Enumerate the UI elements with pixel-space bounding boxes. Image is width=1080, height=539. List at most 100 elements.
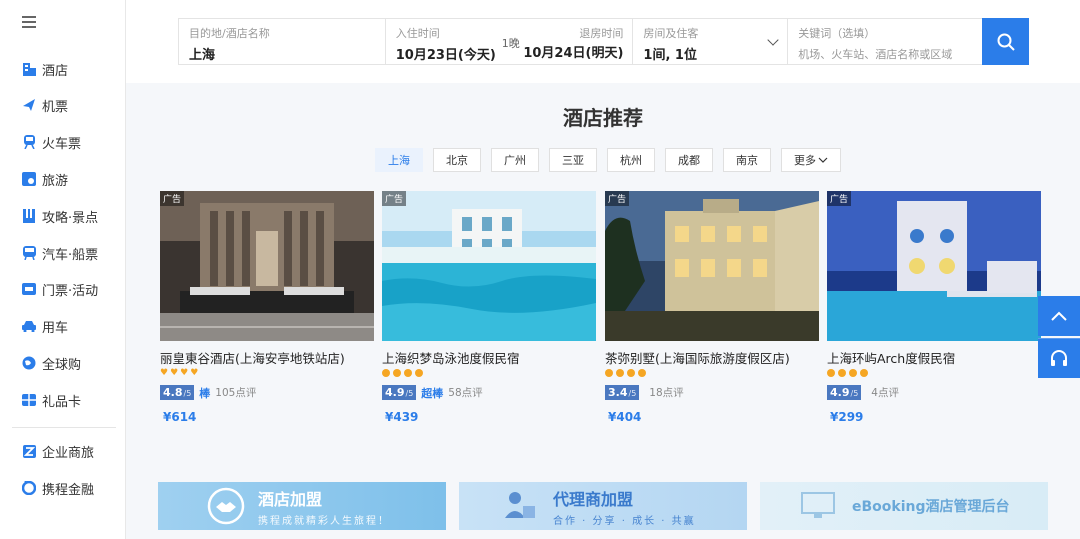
destination-label: 目的地/酒店名称 (189, 27, 270, 40)
hotel-price: ¥404 (608, 410, 642, 424)
chevron-up-icon (1051, 311, 1067, 321)
sidebar-item-label: 携程金融 (42, 482, 95, 498)
sidebar-item-travel[interactable]: 旅游 (22, 167, 68, 191)
guests-field[interactable]: 房间及住客 1间, 1位 (633, 19, 789, 64)
sidebar-item-label: 攻略·景点 (42, 210, 99, 226)
keyword-label: 关键词（选填） (798, 27, 876, 40)
city-tab-sanya[interactable]: 三亚 (549, 148, 597, 172)
destination-field[interactable]: 目的地/酒店名称 上海 (179, 19, 386, 64)
monitor-icon (801, 492, 835, 518)
date-field[interactable]: 入住时间 10月23日(今天) 1晚 退房时间 10月24日(明天) (386, 19, 634, 64)
checkout-value: 10月24日(明天) (523, 46, 624, 61)
rating-level: 超棒 (421, 386, 444, 400)
sidebar-item-guide[interactable]: 攻略·景点 (22, 204, 98, 228)
hotel-stars (605, 369, 819, 381)
star-dot (404, 369, 412, 377)
rating-row: 4.9/5 超棒 58点评 (382, 384, 596, 401)
ad-tag: 广告 (382, 191, 407, 206)
guide-icon (22, 209, 36, 223)
hotel-stars: ♥ ♥ ♥ ♥ (160, 369, 374, 381)
sidebar-item-label: 酒店 (42, 63, 69, 79)
car-icon (22, 319, 36, 333)
ad-tag: 广告 (827, 191, 852, 206)
giftcard-icon (22, 393, 36, 407)
ad-tag: 广告 (605, 191, 630, 206)
score-badge: 3.4/5 (605, 385, 640, 400)
sidebar-item-bus[interactable]: 汽车·船票 (22, 241, 98, 265)
city-tabs: 上海 北京 广州 三亚 杭州 成都 南京 更多 (375, 148, 851, 172)
ebooking-banner[interactable]: eBooking酒店管理后台 (760, 482, 1048, 530)
sidebar-item-label: 门票·活动 (42, 283, 99, 299)
hotel-card[interactable]: 广告 丽皇東谷酒店(上海安亭地铁站店) ♥ ♥ ♥ ♥ 4.8/5 棒 105点评 ¥… (160, 191, 374, 431)
hotel-franchise-banner[interactable]: 酒店加盟 携程成就精彩人生旅程！ (158, 482, 446, 530)
plane-icon (22, 98, 36, 112)
menu-icon[interactable] (22, 16, 36, 28)
hotel-card[interactable]: 广告 上海织梦岛泳池度假民宿 4.9/5 超棒 58点评 ¥439 (382, 191, 596, 431)
hotel-icon (22, 62, 36, 76)
sidebar-item-car[interactable]: 用车 (22, 314, 68, 338)
guests-value: 1间, 1位 (643, 48, 697, 63)
star-dot (838, 369, 846, 377)
star-dot (616, 369, 624, 377)
banner-title: 代理商加盟 (553, 489, 634, 509)
heart-icon: ♥ (170, 368, 179, 378)
star-dot (382, 369, 390, 377)
city-tab-shanghai[interactable]: 上海 (375, 148, 423, 172)
keyword-placeholder: 机场、火车站、酒店名称或区域 (798, 48, 953, 61)
sidebar-item-label: 火车票 (42, 136, 82, 152)
star-dot (605, 369, 613, 377)
city-tab-more[interactable]: 更多 (781, 148, 841, 172)
customer-service-button[interactable] (1038, 338, 1080, 378)
sidebar-item-hotel[interactable]: 酒店 (22, 57, 68, 81)
sidebar-divider (12, 427, 116, 428)
hotel-image[interactable]: 广告 (160, 191, 374, 341)
hotel-image[interactable]: 广告 (605, 191, 819, 341)
city-tab-nanjing[interactable]: 南京 (723, 148, 771, 172)
guests-label: 房间及住客 (643, 27, 699, 40)
review-count: 105点评 (215, 387, 257, 399)
agent-franchise-banner[interactable]: 代理商加盟 合作 · 分享 · 成长 · 共赢 (459, 482, 747, 530)
hotel-card[interactable]: 广告 茶弥别墅(上海国际旅游度假区店) 3.4/5 18点评 ¥404 (605, 191, 819, 431)
search-bar: 目的地/酒店名称 上海 入住时间 10月23日(今天) 1晚 退房时间 10月2… (178, 18, 983, 65)
city-tab-chengdu[interactable]: 成都 (665, 148, 713, 172)
agent-icon (505, 492, 535, 518)
heart-icon: ♥ (160, 368, 169, 378)
handshake-icon (207, 487, 245, 525)
bus-icon (22, 246, 36, 260)
business-icon (22, 444, 36, 458)
banner-title: 酒店加盟 (258, 489, 323, 509)
sidebar-item-label: 全球购 (42, 357, 82, 373)
hotel-image[interactable]: 广告 (382, 191, 596, 341)
back-to-top-button[interactable] (1038, 296, 1080, 336)
sidebar-item-label: 用车 (42, 320, 69, 336)
hotel-name: 茶弥别墅(上海国际旅游度假区店) (605, 351, 790, 366)
city-tab-guangzhou[interactable]: 广州 (491, 148, 539, 172)
review-count: 18点评 (649, 387, 684, 399)
hotel-card[interactable]: 广告 上海环屿Arch度假民宿 4.9/5 4点评 ¥299 (827, 191, 1041, 431)
search-button[interactable] (982, 18, 1029, 65)
sidebar-item-train[interactable]: 火车票 (22, 130, 81, 154)
hotel-image[interactable]: 广告 (827, 191, 1041, 341)
rating-row: 3.4/5 18点评 (605, 384, 819, 401)
sidebar-item-global-shop[interactable]: 全球购 (22, 351, 81, 375)
train-icon (22, 135, 36, 149)
sidebar-item-business[interactable]: 企业商旅 (22, 439, 94, 463)
globe-icon (22, 356, 36, 370)
sidebar-item-label: 礼品卡 (42, 394, 82, 410)
hotel-stars (382, 369, 596, 381)
checkout-label: 退房时间 (579, 27, 624, 40)
star-dot (827, 369, 835, 377)
sidebar-item-finance[interactable]: 携程金融 (22, 476, 94, 500)
sidebar-item-ticket[interactable]: 门票·活动 (22, 277, 98, 301)
keyword-field[interactable]: 关键词（选填） 机场、火车站、酒店名称或区域 (788, 19, 983, 64)
sidebar-item-giftcard[interactable]: 礼品卡 (22, 388, 81, 412)
star-dot (393, 369, 401, 377)
city-tab-beijing[interactable]: 北京 (433, 148, 481, 172)
banner-subtitle: 合作 · 分享 · 成长 · 共赢 (553, 515, 696, 527)
more-label: 更多 (794, 154, 816, 167)
ad-tag: 广告 (160, 191, 185, 206)
chevron-down-icon (818, 157, 828, 163)
hotel-name: 上海环屿Arch度假民宿 (827, 351, 956, 366)
city-tab-hangzhou[interactable]: 杭州 (607, 148, 655, 172)
sidebar-item-flight[interactable]: 机票 (22, 93, 68, 117)
